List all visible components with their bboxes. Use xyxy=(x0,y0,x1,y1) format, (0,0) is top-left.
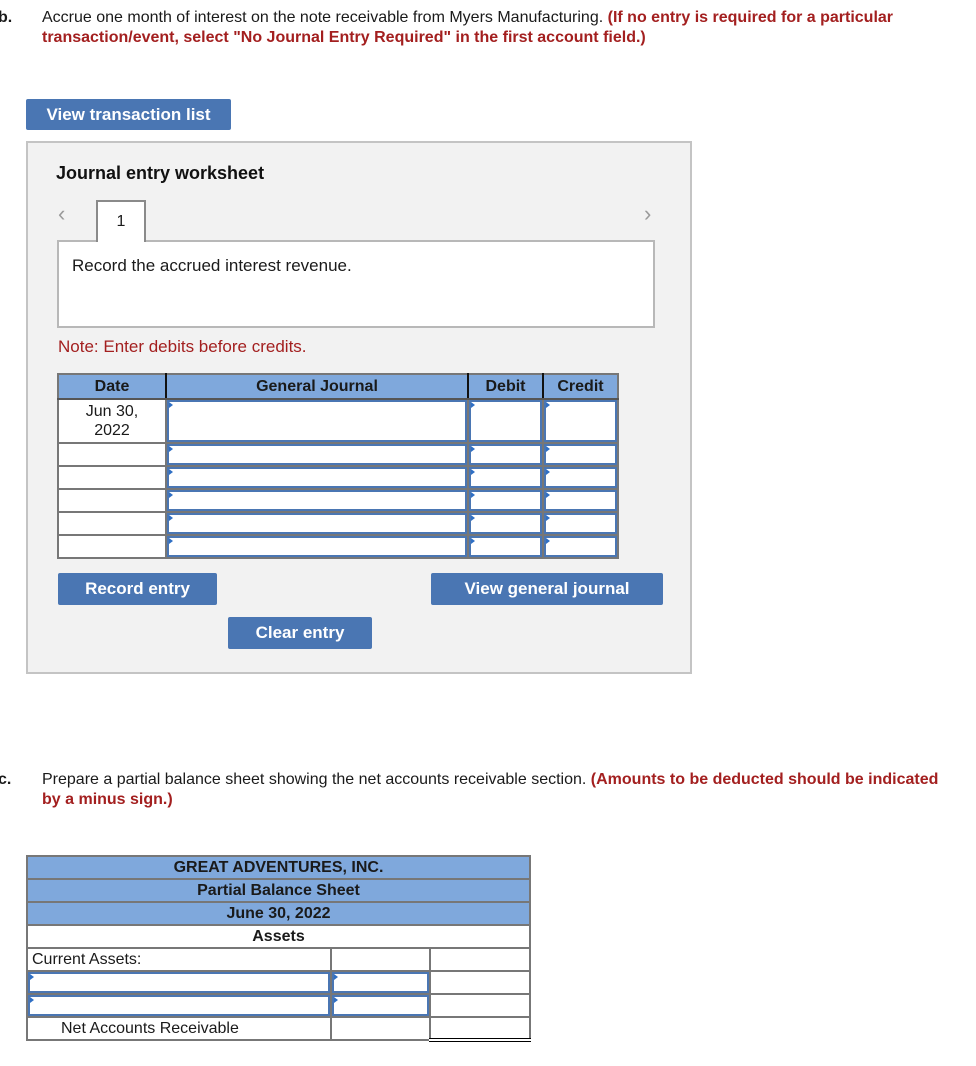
column-header-credit: Credit xyxy=(542,374,618,400)
amount-cell xyxy=(330,947,431,972)
question-c: c. Prepare a partial balance sheet showin… xyxy=(0,770,950,810)
worksheet-title: Journal entry worksheet xyxy=(56,163,265,183)
debit-cell xyxy=(467,442,544,467)
chevron-left-icon[interactable]: ‹ xyxy=(58,201,65,227)
date-cell xyxy=(57,534,167,559)
credit-cell xyxy=(542,398,619,444)
debit-cell xyxy=(467,488,544,513)
total-cell xyxy=(429,993,531,1018)
question-b: b. Accrue one month of interest on the no… xyxy=(0,8,950,48)
debit-input[interactable] xyxy=(469,536,542,557)
question-letter: b. xyxy=(0,9,13,26)
account-cell xyxy=(165,488,469,513)
record-entry-button[interactable]: Record entry xyxy=(58,573,217,605)
debit-input[interactable] xyxy=(469,444,542,465)
credit-input[interactable] xyxy=(544,536,617,557)
account-cell xyxy=(26,993,332,1018)
credit-input[interactable] xyxy=(544,467,617,488)
account-input[interactable] xyxy=(167,444,467,465)
account-cell xyxy=(165,465,469,490)
total-cell xyxy=(429,970,531,995)
credit-input[interactable] xyxy=(544,400,617,442)
account-input[interactable] xyxy=(167,490,467,511)
debit-input[interactable] xyxy=(469,490,542,511)
entry-description: Record the accrued interest revenue. xyxy=(57,240,655,328)
balance-sheet-row: Net Accounts Receivable xyxy=(26,1016,531,1042)
account-input[interactable] xyxy=(28,995,330,1016)
journal-table: Date General Journal Debit Credit Jun 30… xyxy=(57,373,619,559)
current-assets-label: Current Assets: xyxy=(26,947,332,972)
credit-input[interactable] xyxy=(544,513,617,534)
debit-input[interactable] xyxy=(469,513,542,534)
question-text: Prepare a partial balance sheet showing … xyxy=(42,771,587,788)
view-general-journal-button[interactable]: View general journal xyxy=(431,573,663,605)
account-cell xyxy=(165,442,469,467)
entry-note: Note: Enter debits before credits. xyxy=(58,337,307,356)
debit-cell xyxy=(467,511,544,536)
journal-row: Jun 30, 2022 xyxy=(57,398,619,444)
balance-sheet-row: Current Assets: xyxy=(26,947,531,972)
debit-input[interactable] xyxy=(469,467,542,488)
total-cell xyxy=(429,947,531,972)
credit-input[interactable] xyxy=(544,490,617,511)
date-cell: Jun 30, 2022 xyxy=(57,398,167,444)
account-input[interactable] xyxy=(167,513,467,534)
journal-row xyxy=(57,442,619,467)
date-cell xyxy=(57,511,167,536)
credit-cell xyxy=(542,442,619,467)
amount-cell xyxy=(330,993,431,1018)
date-cell xyxy=(57,442,167,467)
account-input[interactable] xyxy=(167,467,467,488)
credit-cell xyxy=(542,465,619,490)
partial-balance-sheet: GREAT ADVENTURES, INC. Partial Balance S… xyxy=(26,855,531,1042)
question-text: Accrue one month of interest on the note… xyxy=(42,9,604,26)
credit-input[interactable] xyxy=(544,444,617,465)
account-input[interactable] xyxy=(28,972,330,993)
balance-sheet-row xyxy=(26,993,531,1018)
section-heading: Assets xyxy=(26,924,531,949)
view-transaction-list-button[interactable]: View transaction list xyxy=(26,99,231,130)
entry-tab-1[interactable]: 1 xyxy=(96,200,146,242)
net-accounts-receivable-label: Net Accounts Receivable xyxy=(26,1016,332,1041)
net-accounts-receivable-total xyxy=(429,1016,531,1042)
journal-row xyxy=(57,511,619,536)
account-input[interactable] xyxy=(167,400,467,442)
amount-cell xyxy=(330,970,431,995)
chevron-right-icon[interactable]: › xyxy=(644,201,651,227)
amount-input[interactable] xyxy=(332,972,429,993)
journal-row xyxy=(57,534,619,559)
balance-sheet-row xyxy=(26,970,531,995)
journal-row xyxy=(57,465,619,490)
question-letter: c. xyxy=(0,771,12,788)
date-cell xyxy=(57,465,167,490)
column-header-general-journal: General Journal xyxy=(165,374,468,400)
statement-title: Partial Balance Sheet xyxy=(26,878,531,903)
date-cell xyxy=(57,488,167,513)
account-cell xyxy=(26,970,332,995)
debit-input[interactable] xyxy=(469,400,542,442)
debit-cell xyxy=(467,534,544,559)
account-cell xyxy=(165,398,469,444)
column-header-date: Date xyxy=(58,374,166,400)
account-input[interactable] xyxy=(167,536,467,557)
account-cell xyxy=(165,534,469,559)
journal-entry-worksheet: Journal entry worksheet ‹ 1 › Record the… xyxy=(26,141,692,674)
statement-date: June 30, 2022 xyxy=(26,901,531,926)
credit-cell xyxy=(542,534,619,559)
debit-cell xyxy=(467,465,544,490)
credit-cell xyxy=(542,488,619,513)
company-name: GREAT ADVENTURES, INC. xyxy=(26,855,531,880)
amount-input[interactable] xyxy=(332,995,429,1016)
clear-entry-button[interactable]: Clear entry xyxy=(228,617,372,649)
credit-cell xyxy=(542,511,619,536)
debit-cell xyxy=(467,398,544,444)
column-header-debit: Debit xyxy=(467,374,543,400)
amount-cell xyxy=(330,1016,431,1041)
account-cell xyxy=(165,511,469,536)
journal-row xyxy=(57,488,619,513)
